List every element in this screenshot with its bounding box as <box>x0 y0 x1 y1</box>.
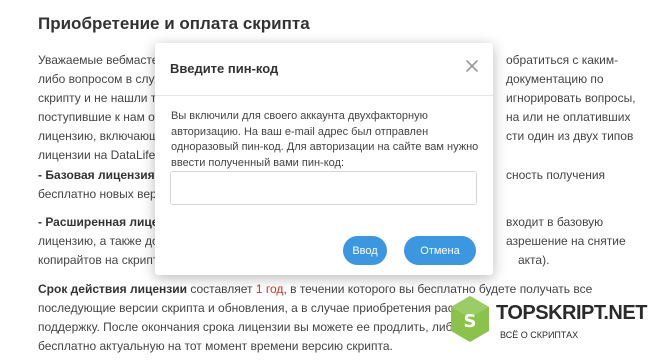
topskript-logo-icon: S <box>451 296 489 342</box>
dialog-title: Введите пин-код <box>170 61 279 76</box>
pin-code-dialog: Введите пин-код Вы включили для своего а… <box>155 43 493 275</box>
close-icon[interactable] <box>463 57 481 75</box>
watermark-subtitle: ВСЁ О СКРИПТАХ <box>500 330 579 340</box>
topskript-watermark: S TOPSKRIPT.NET ВСЁ О СКРИПТАХ <box>448 292 648 352</box>
dialog-header: Введите пин-код <box>155 43 493 96</box>
watermark-text: TOPSKRIPT.NET <box>496 302 647 324</box>
svg-text:S: S <box>464 311 477 332</box>
enter-button[interactable]: Ввод <box>343 236 387 265</box>
cancel-button[interactable]: Отмена <box>404 236 476 265</box>
dialog-message: Вы включили для своего аккаунта двухфакт… <box>171 110 479 169</box>
pin-code-input[interactable] <box>170 171 477 205</box>
